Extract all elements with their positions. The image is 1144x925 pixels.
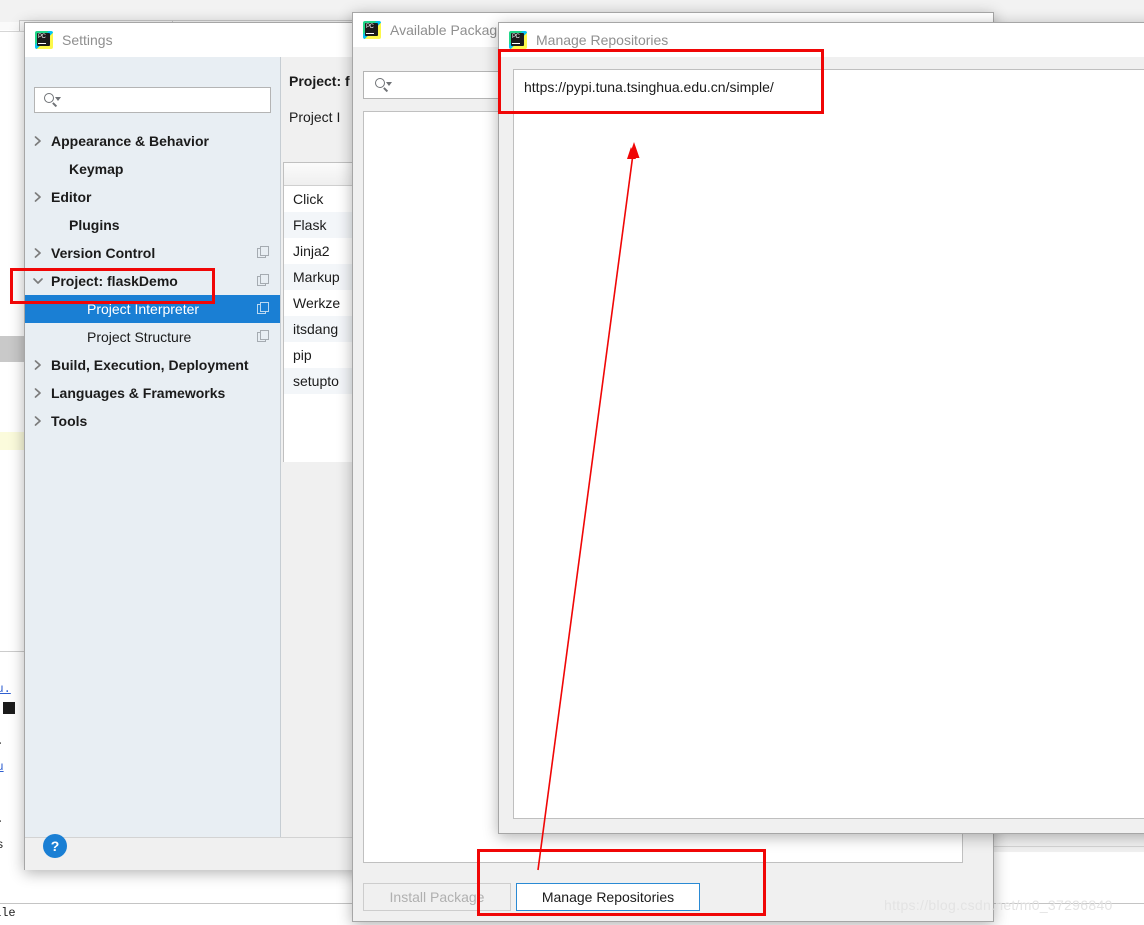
- detail-pane-subtitle: Project I: [289, 109, 341, 125]
- sidebar-item-editor[interactable]: Editor: [25, 183, 280, 211]
- chevron-right-icon[interactable]: [25, 191, 51, 203]
- pycharm-icon: PC: [363, 21, 381, 39]
- sidebar-item-label: Plugins: [69, 217, 120, 233]
- sidebar-item-label: Project: flaskDemo: [51, 273, 178, 289]
- search-icon: [375, 78, 392, 93]
- sidebar-item-label: Tools: [51, 413, 88, 429]
- sidebar-item-label: Version Control: [51, 245, 156, 261]
- manage-repositories-title-bar: PC Manage Repositories: [499, 23, 1144, 57]
- manage-repositories-body: https://pypi.tuna.tsinghua.edu.cn/simple…: [499, 57, 1144, 833]
- terminal-line: edu: [0, 760, 4, 774]
- chevron-right-icon[interactable]: [25, 247, 51, 259]
- detail-pane-title: Project: f: [289, 73, 350, 89]
- pycharm-icon: PC: [35, 31, 53, 49]
- sidebar-item-project-flaskdemo[interactable]: Project: flaskDemo: [25, 267, 280, 295]
- sidebar-item-project-interpreter[interactable]: Project Interpreter: [25, 295, 280, 323]
- sidebar-item-label: Build, Execution, Deployment: [51, 357, 249, 373]
- sidebar-item-label: Languages & Frameworks: [51, 385, 226, 401]
- settings-footer: ?: [25, 834, 381, 870]
- settings-search-input[interactable]: [34, 87, 271, 113]
- settings-title-text: Settings: [62, 32, 113, 48]
- sidebar-item-build-execution-deployment[interactable]: Build, Execution, Deployment: [25, 351, 280, 379]
- manage-repositories-dialog: PC Manage Repositories https://pypi.tuna…: [498, 22, 1144, 834]
- screen: ects -redu.1=2.eduin=0., s ale PC Settin…: [0, 0, 1144, 925]
- sidebar-item-label: Project Interpreter: [87, 301, 200, 317]
- settings-tree: Appearance & Behavior Keymap Editor Plugins…: [25, 127, 280, 435]
- install-package-button[interactable]: Install Package: [363, 883, 511, 911]
- chevron-right-icon[interactable]: [25, 415, 51, 427]
- ide-status-text: ale: [0, 906, 16, 920]
- pycharm-icon: PC: [509, 31, 527, 49]
- sidebar-item-label: Keymap: [69, 161, 124, 177]
- help-button[interactable]: ?: [43, 834, 67, 858]
- sidebar-item-languages-frameworks[interactable]: Languages & Frameworks: [25, 379, 280, 407]
- copy-settings-icon[interactable]: [257, 302, 270, 315]
- manage-repositories-title-text: Manage Repositories: [536, 32, 669, 48]
- sidebar-item-appearance-behavior[interactable]: Appearance & Behavior: [25, 127, 280, 155]
- terminal-line: , s: [0, 838, 4, 852]
- copy-settings-icon[interactable]: [257, 274, 270, 287]
- copy-settings-icon[interactable]: [257, 246, 270, 259]
- terminal-line: =2.: [0, 734, 4, 748]
- list-item[interactable]: https://pypi.tuna.tsinghua.edu.cn/simple…: [514, 70, 1144, 104]
- chevron-down-icon[interactable]: [25, 276, 51, 286]
- terminal-line: edu.: [0, 682, 11, 696]
- sidebar-item-keymap[interactable]: Keymap: [25, 155, 280, 183]
- sidebar-item-project-structure[interactable]: Project Structure: [25, 323, 280, 351]
- chevron-right-icon[interactable]: [25, 359, 51, 371]
- available-packages-title-text: Available Packag: [390, 22, 498, 38]
- terminal-caret: [3, 702, 15, 714]
- settings-dialog: PC Settings Project: f Project I Click Fl…: [24, 22, 382, 870]
- editor-selection-band: [0, 336, 24, 362]
- copy-settings-icon[interactable]: [257, 330, 270, 343]
- settings-body: Project: f Project I Click Flask Jinja2 Mar…: [25, 57, 381, 870]
- repository-list[interactable]: https://pypi.tuna.tsinghua.edu.cn/simple…: [513, 69, 1144, 819]
- manage-repositories-button[interactable]: Manage Repositories: [516, 883, 700, 911]
- chevron-right-icon[interactable]: [25, 135, 51, 147]
- settings-title-bar: PC Settings: [25, 23, 381, 57]
- sidebar-item-plugins[interactable]: Plugins: [25, 211, 280, 239]
- sidebar-item-tools[interactable]: Tools: [25, 407, 280, 435]
- terminal-line: =0.: [0, 812, 4, 826]
- watermark: https://blog.csdn.net/m0_37296840: [884, 897, 1113, 913]
- settings-navigation-pane: Appearance & Behavior Keymap Editor Plugins…: [25, 57, 281, 837]
- sidebar-item-label: Editor: [51, 189, 92, 205]
- sidebar-item-label: Appearance & Behavior: [51, 133, 209, 149]
- sidebar-item-label: Project Structure: [87, 329, 192, 345]
- chevron-right-icon[interactable]: [25, 387, 51, 399]
- editor-highlight-band: [0, 432, 24, 450]
- search-icon: [44, 93, 61, 108]
- sidebar-item-version-control[interactable]: Version Control: [25, 239, 280, 267]
